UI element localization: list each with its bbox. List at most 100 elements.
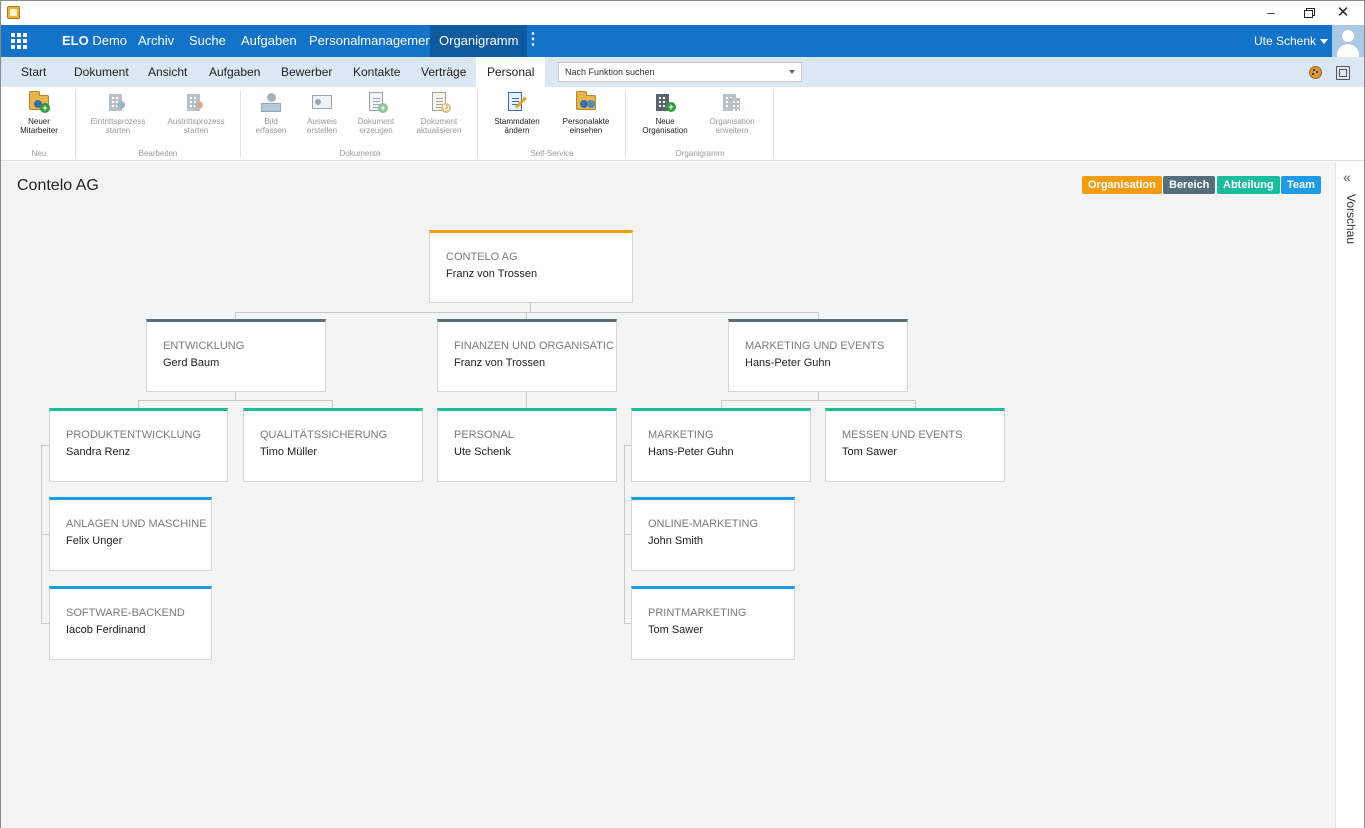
nav-personalmanagement[interactable]: Personalmanagement (300, 25, 445, 57)
nav-suche[interactable]: Suche (180, 25, 235, 57)
capture-photo-button[interactable]: Bild erfassen (251, 91, 291, 135)
org-node-marketing[interactable]: MARKETING Hans-Peter Guhn (631, 408, 811, 482)
node-person: Hans-Peter Guhn (648, 446, 734, 458)
elo-app-icon (7, 6, 20, 19)
node-person: Tom Sawer (648, 624, 704, 636)
node-person: Timo Müller (260, 446, 318, 458)
connector-line (235, 312, 236, 319)
node-title: PERSONAL (454, 429, 514, 441)
org-node-printmarketing[interactable]: PRINTMARKETING Tom Sawer (631, 586, 795, 660)
org-node-online-marketing[interactable]: ONLINE-MARKETING John Smith (631, 497, 795, 571)
node-person: John Smith (648, 535, 704, 547)
edit-master-data-button[interactable]: Stammdaten ändern (488, 91, 546, 135)
nav-archiv[interactable]: Archiv (129, 25, 183, 57)
group-label-organigramm: Organigramm (675, 149, 725, 158)
app-launcher-icon[interactable] (9, 31, 29, 51)
node-person: Tom Sawer (842, 446, 898, 458)
tab-aufgaben[interactable]: Aufgaben (198, 57, 271, 87)
function-search-input[interactable] (558, 62, 802, 82)
org-node-messen-events[interactable]: MESSEN UND EVENTS Tom Sawer (825, 408, 1005, 482)
ribbon-separator (773, 91, 774, 157)
create-document-icon: + (365, 91, 388, 113)
extend-organization-button[interactable]: Organisation erweitern (701, 91, 763, 135)
expand-preview-icon[interactable]: « (1343, 169, 1351, 185)
group-label-self-service: Self-Service (530, 149, 574, 158)
node-title: QUALITÄTSSICHERUNG (260, 429, 388, 441)
elo-window: – ✕ ELO Demo Archiv Suche Aufgaben Perso… (0, 0, 1365, 828)
node-title: SOFTWARE-BACKEND (66, 607, 185, 619)
exit-process-icon (185, 91, 207, 113)
edit-master-data-icon (506, 91, 528, 113)
connector-line (235, 312, 819, 313)
id-card-icon (311, 91, 333, 113)
node-title: ENTWICKLUNG (163, 340, 245, 352)
tab-ansicht[interactable]: Ansicht (137, 57, 198, 87)
connector-line (138, 400, 139, 408)
node-person: Franz von Trossen (446, 268, 538, 280)
org-node-entwicklung[interactable]: ENTWICKLUNG Gerd Baum (146, 319, 326, 392)
org-node-personal[interactable]: PERSONAL Ute Schenk (437, 408, 617, 482)
start-entry-process-button[interactable]: Eintrittsprozess starten (85, 91, 151, 135)
tab-start[interactable]: Start (10, 57, 57, 87)
start-exit-process-button[interactable]: Austrittsprozess starten (161, 91, 231, 135)
chevron-down-icon[interactable] (789, 70, 795, 74)
connector-line (526, 392, 527, 408)
connector-line (526, 312, 527, 319)
avatar[interactable] (1332, 25, 1364, 57)
legend-organisation[interactable]: Organisation (1082, 176, 1162, 194)
node-title: MARKETING UND EVENTS (745, 340, 885, 352)
node-person: Sandra Renz (66, 446, 131, 458)
restore-button[interactable] (1295, 3, 1323, 23)
tab-bewerber[interactable]: Bewerber (270, 57, 343, 87)
more-menu-icon[interactable]: ⋮ (523, 25, 543, 57)
create-id-card-button[interactable]: Ausweis erstellen (301, 91, 343, 135)
node-person: Franz von Trossen (454, 357, 546, 369)
legend-abteilung[interactable]: Abteilung (1217, 176, 1280, 194)
restore-icon (1304, 8, 1315, 18)
nav-organigramm[interactable]: Organigramm (430, 25, 528, 57)
new-employee-button[interactable]: + Neuer Mitarbeiter (17, 91, 61, 135)
node-person: Hans-Peter Guhn (745, 357, 831, 369)
view-personnel-file-button[interactable]: Personalakte einsehen (556, 91, 616, 135)
tab-kontakte[interactable]: Kontakte (342, 57, 411, 87)
org-node-anlagen-maschinen[interactable]: ANLAGEN UND MASCHINE Felix Unger (49, 497, 212, 571)
tab-dokument[interactable]: Dokument (63, 57, 140, 87)
page-title: Contelo AG (17, 177, 99, 194)
org-chart-canvas[interactable] (1, 162, 1335, 828)
extend-organization-icon (721, 91, 743, 113)
group-label-bearbeiten: Bearbeiten (138, 149, 178, 158)
nav-aufgaben[interactable]: Aufgaben (232, 25, 306, 57)
update-document-button[interactable]: ↻ Dokument aktualisieren (409, 91, 469, 135)
new-employee-icon: + (28, 91, 50, 113)
org-node-contelo[interactable]: CONTELO AG Franz von Trossen (429, 230, 633, 303)
update-document-icon: ↻ (428, 91, 451, 113)
minimize-button[interactable]: – (1257, 3, 1285, 23)
tab-vertraege[interactable]: Verträge (410, 57, 477, 87)
new-organization-button[interactable]: + Neue Organisation (637, 91, 693, 135)
legend-bereich[interactable]: Bereich (1163, 176, 1216, 194)
fullscreen-icon[interactable] (1334, 64, 1350, 80)
org-node-software-backend[interactable]: SOFTWARE-BACKEND Iacob Ferdinand (49, 586, 212, 660)
brand-logo[interactable]: ELO Demo (62, 33, 127, 48)
close-button[interactable]: ✕ (1329, 3, 1357, 23)
preview-panel-label[interactable]: Vorschau (1344, 194, 1358, 244)
node-title: ANLAGEN UND MASCHINE (66, 518, 207, 530)
user-menu[interactable]: Ute Schenk (1245, 25, 1329, 57)
org-node-marketing-events[interactable]: MARKETING UND EVENTS Hans-Peter Guhn (728, 319, 908, 392)
node-person: Iacob Ferdinand (66, 624, 146, 636)
node-title: MARKETING (648, 429, 714, 441)
node-title: PRINTMARKETING (648, 607, 747, 619)
function-search-field[interactable] (565, 67, 775, 77)
org-node-finanzen[interactable]: FINANZEN UND ORGANISATIC Franz von Tross… (437, 319, 617, 392)
cookie-icon[interactable] (1307, 64, 1323, 80)
capture-photo-icon (260, 91, 282, 113)
window-titlebar: – ✕ (1, 1, 1364, 25)
node-person: Ute Schenk (454, 446, 511, 458)
new-organization-icon: + (654, 91, 676, 113)
org-node-produktentwicklung[interactable]: PRODUKTENTWICKLUNG Sandra Renz (49, 408, 228, 482)
ribbon-separator (240, 91, 241, 157)
org-node-qualitaetssicherung[interactable]: QUALITÄTSSICHERUNG Timo Müller (243, 408, 423, 482)
legend-team[interactable]: Team (1281, 176, 1321, 194)
tab-personal[interactable]: Personal (476, 57, 546, 87)
create-document-button[interactable]: + Dokument erzeugen (353, 91, 399, 135)
